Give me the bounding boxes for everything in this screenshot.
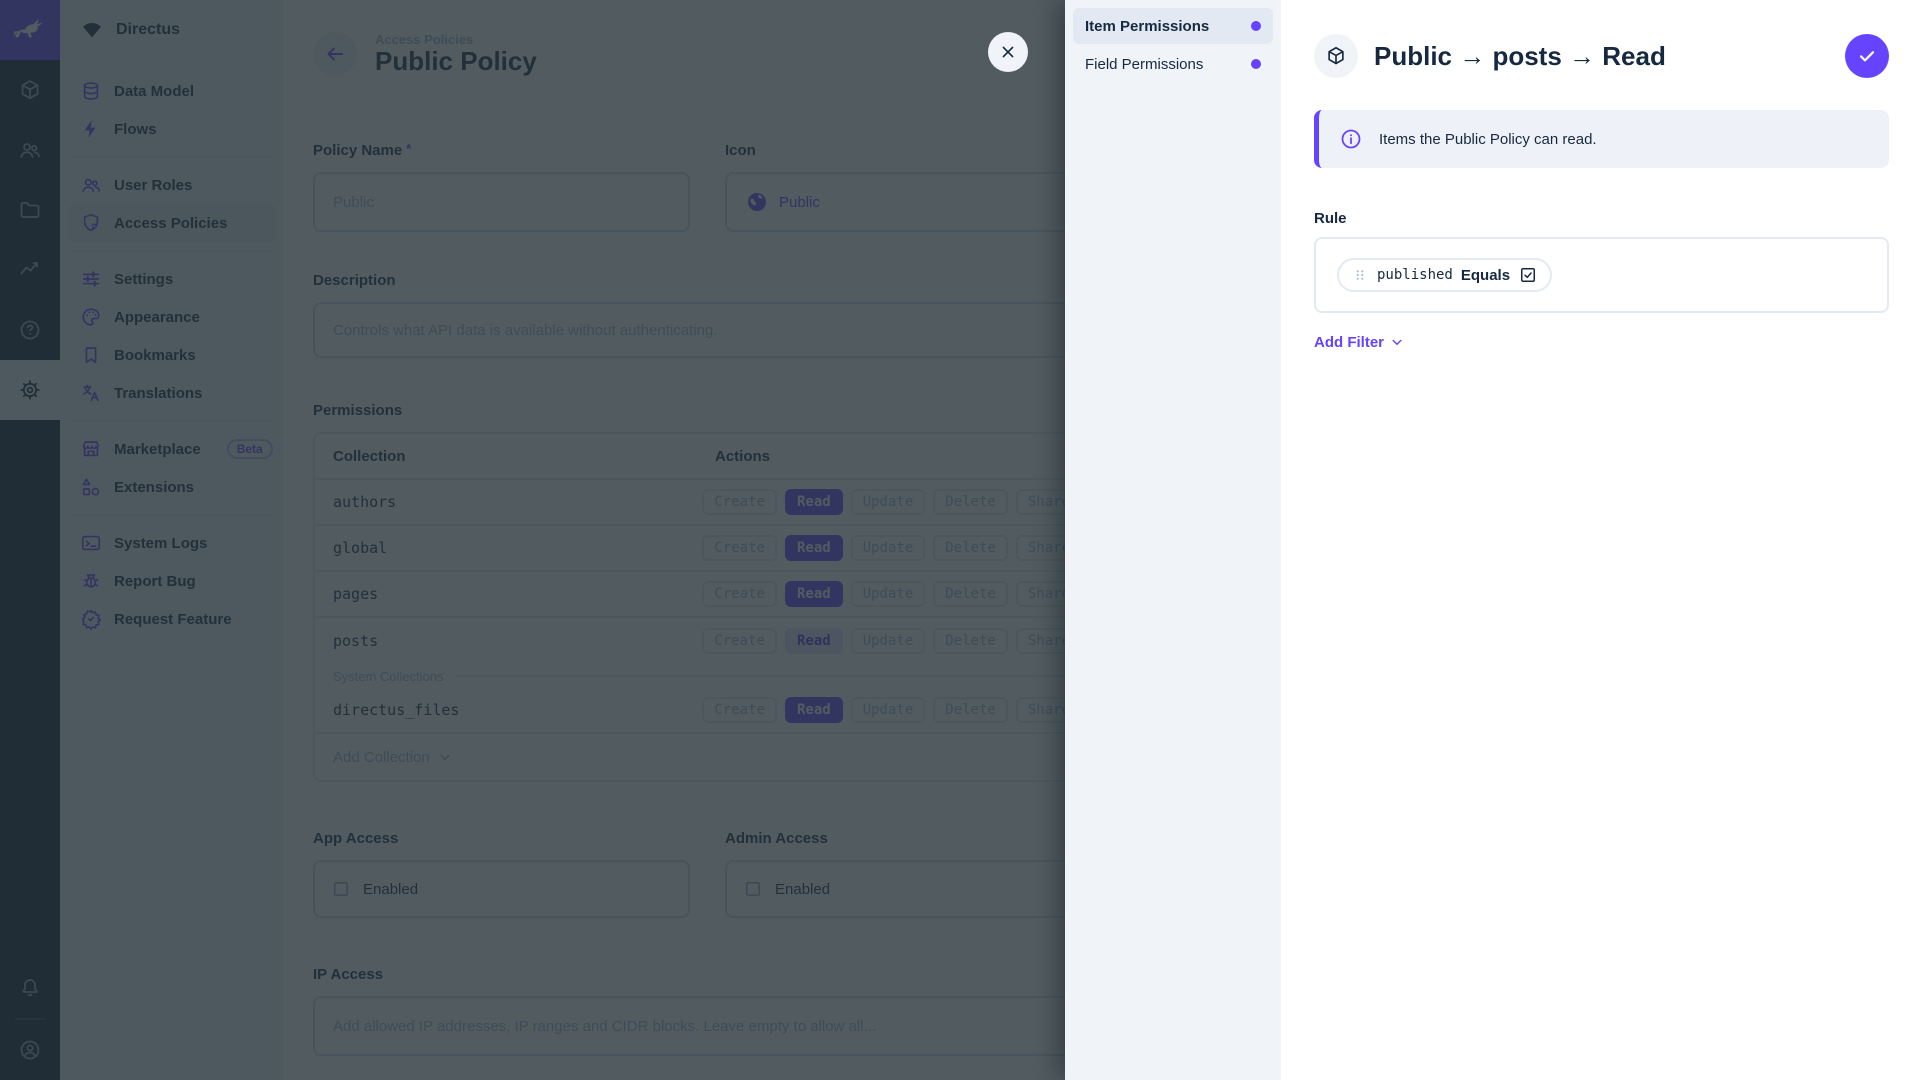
save-button[interactable] <box>1845 34 1889 78</box>
drag-handle-icon[interactable] <box>1351 266 1369 284</box>
drawer-content: Public → posts → Read Items the Public P… <box>1281 0 1920 1080</box>
check-icon <box>1856 45 1878 67</box>
tab-label: Field Permissions <box>1085 55 1204 73</box>
tab-item-permissions[interactable]: Item Permissions <box>1073 8 1273 44</box>
tab-label: Item Permissions <box>1085 17 1210 35</box>
chevron-down-icon <box>1388 333 1406 351</box>
checkbox-checked-icon[interactable] <box>1518 265 1538 285</box>
collection-badge <box>1314 34 1358 78</box>
drawer-close-button[interactable] <box>988 32 1028 72</box>
cube-icon <box>1325 45 1347 67</box>
filter-operator[interactable]: Equals <box>1461 267 1510 284</box>
tab-field-permissions[interactable]: Field Permissions <box>1073 46 1273 82</box>
info-banner: Items the Public Policy can read. <box>1314 110 1889 168</box>
tab-status-dot <box>1251 59 1261 69</box>
tab-status-dot <box>1251 21 1261 31</box>
drawer-header: Public → posts → Read <box>1314 34 1889 78</box>
filter-chip[interactable]: published Equals <box>1337 258 1553 292</box>
info-banner-text: Items the Public Policy can read. <box>1379 130 1597 148</box>
drawer-title: Public → posts → Read <box>1374 40 1666 71</box>
permissions-drawer: Item Permissions Field Permissions Public… <box>1065 0 1920 1080</box>
close-icon <box>998 42 1018 62</box>
rule-label: Rule <box>1314 210 1347 227</box>
rule-editor: published Equals <box>1314 237 1889 313</box>
info-icon <box>1339 127 1363 151</box>
drawer-tab-list: Item Permissions Field Permissions <box>1065 0 1281 1080</box>
filter-field[interactable]: published <box>1377 267 1453 283</box>
add-filter-button[interactable]: Add Filter <box>1314 333 1406 351</box>
drawer-overlay[interactable] <box>0 0 1065 1080</box>
